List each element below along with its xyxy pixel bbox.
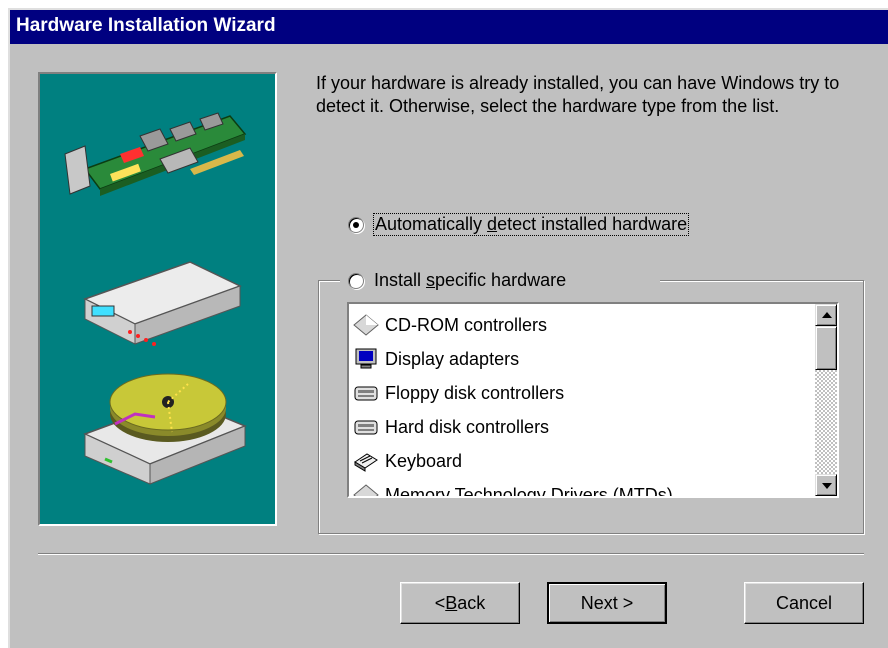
- hard-disk-controller-icon: [354, 420, 378, 435]
- floppy-controller-icon: [354, 386, 378, 401]
- expansion-card-icon: [64, 112, 247, 196]
- modem-icon: [83, 261, 242, 346]
- wizard-window: Hardware Installation Wizard If your har…: [8, 8, 888, 648]
- scroll-up-button[interactable]: [815, 304, 837, 326]
- memory-icon: [353, 484, 379, 496]
- list-item-label: Floppy disk controllers: [385, 382, 565, 403]
- list-item-label: CD-ROM controllers: [385, 314, 548, 335]
- list-scrollbar[interactable]: [815, 304, 837, 496]
- list-item-label: Hard disk controllers: [385, 416, 550, 437]
- back-button[interactable]: < Back: [400, 582, 520, 624]
- hard-disk-icon: [83, 373, 247, 485]
- install-specific-option[interactable]: Install specific hardware: [348, 270, 566, 291]
- list-item[interactable]: CD-ROM controllers: [349, 308, 809, 342]
- scroll-thumb[interactable]: [815, 326, 837, 370]
- list-item-label: Memory Technology Drivers (MTDs): [385, 484, 673, 498]
- list-item[interactable]: Hard disk controllers: [349, 410, 809, 444]
- arrow-down-icon: [822, 483, 832, 489]
- keyboard-icon: [354, 453, 378, 472]
- auto-detect-label: Automatically detect installed hardware: [372, 213, 690, 236]
- auto-detect-radio[interactable]: [348, 216, 364, 233]
- next-button[interactable]: Next >: [547, 582, 667, 624]
- hardware-illustration-panel: [38, 72, 277, 526]
- list-item-label: Display adapters: [385, 348, 520, 369]
- hardware-type-list[interactable]: CD-ROM controllers Display adapters Flop…: [347, 302, 839, 498]
- list-item[interactable]: Keyboard: [349, 444, 809, 478]
- separator-line: [38, 553, 864, 555]
- scroll-down-button[interactable]: [815, 474, 837, 496]
- title-bar[interactable]: Hardware Installation Wizard: [10, 10, 888, 44]
- cancel-button[interactable]: Cancel: [744, 582, 864, 624]
- list-item[interactable]: Memory Technology Drivers (MTDs): [349, 478, 809, 498]
- arrow-up-icon: [822, 312, 832, 318]
- install-specific-label: Install specific hardware: [374, 270, 567, 290]
- list-item-label: Keyboard: [385, 450, 463, 471]
- cdrom-controller-icon: [353, 314, 379, 336]
- auto-detect-option[interactable]: Automatically detect installed hardware: [348, 213, 690, 236]
- hardware-illustration: [64, 112, 247, 485]
- window-title: Hardware Installation Wizard: [16, 15, 276, 36]
- install-specific-radio[interactable]: [348, 272, 364, 289]
- list-item[interactable]: Floppy disk controllers: [349, 376, 809, 410]
- list-item[interactable]: Display adapters: [349, 342, 809, 376]
- intro-text: If your hardware is already installed, y…: [316, 73, 840, 116]
- monitor-icon: [355, 348, 377, 369]
